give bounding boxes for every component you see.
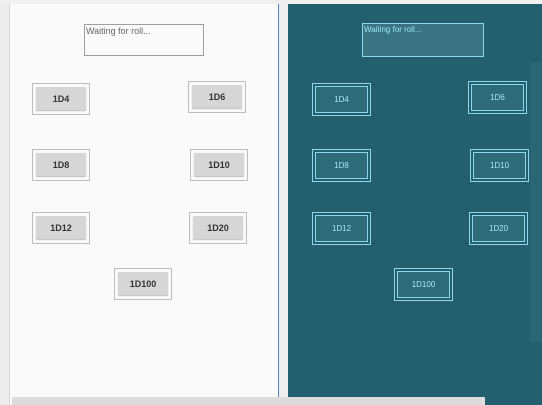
d100-button[interactable]: 1D100 [114,268,172,300]
d6-button[interactable]: 1D6 [188,81,246,113]
d12-button-label: 1D12 [36,216,86,239]
blueprint-d10-label: 1D10 [473,152,526,179]
d100-button-label: 1D100 [118,272,168,295]
d8-button-label: 1D8 [36,153,86,176]
blueprint-d8-label: 1D8 [315,152,368,179]
blueprint-d100-label: 1D100 [397,271,450,298]
blueprint-d6-button[interactable]: 1D6 [468,81,527,114]
blueprint-view-pane: Waiting for roll... 1D4 1D6 1D8 1D10 1D1… [288,4,542,405]
blueprint-d12-button[interactable]: 1D12 [312,212,371,245]
d10-button[interactable]: 1D10 [190,149,248,181]
pane-divider [279,4,288,405]
layout-editor-canvas: Waiting for roll... 1D4 1D6 1D8 1D10 1D1… [0,0,542,405]
d4-button-label: 1D4 [36,87,86,110]
d4-button[interactable]: 1D4 [32,83,90,115]
blueprint-roll-result-textview[interactable]: Waiting for roll... [362,23,484,57]
d12-button[interactable]: 1D12 [32,212,90,244]
blueprint-d20-button[interactable]: 1D20 [469,212,528,245]
d20-button[interactable]: 1D20 [189,212,247,244]
blueprint-d100-button[interactable]: 1D100 [394,268,453,301]
vertical-scrollbar[interactable] [530,62,542,342]
blueprint-d10-button[interactable]: 1D10 [470,149,529,182]
d6-button-label: 1D6 [192,85,242,108]
blueprint-d12-label: 1D12 [315,215,368,242]
blueprint-d4-label: 1D4 [315,86,368,113]
blueprint-d4-button[interactable]: 1D4 [312,83,371,116]
horizontal-scrollbar[interactable] [12,397,485,405]
blueprint-d20-label: 1D20 [472,215,525,242]
blueprint-d8-button[interactable]: 1D8 [312,149,371,182]
roll-result-textview[interactable]: Waiting for roll... [84,24,204,56]
d20-button-label: 1D20 [193,216,243,239]
blueprint-d6-label: 1D6 [471,84,524,111]
design-view-pane: Waiting for roll... 1D4 1D6 1D8 1D10 1D1… [9,4,279,405]
d8-button[interactable]: 1D8 [32,149,90,181]
d10-button-label: 1D10 [194,153,244,176]
